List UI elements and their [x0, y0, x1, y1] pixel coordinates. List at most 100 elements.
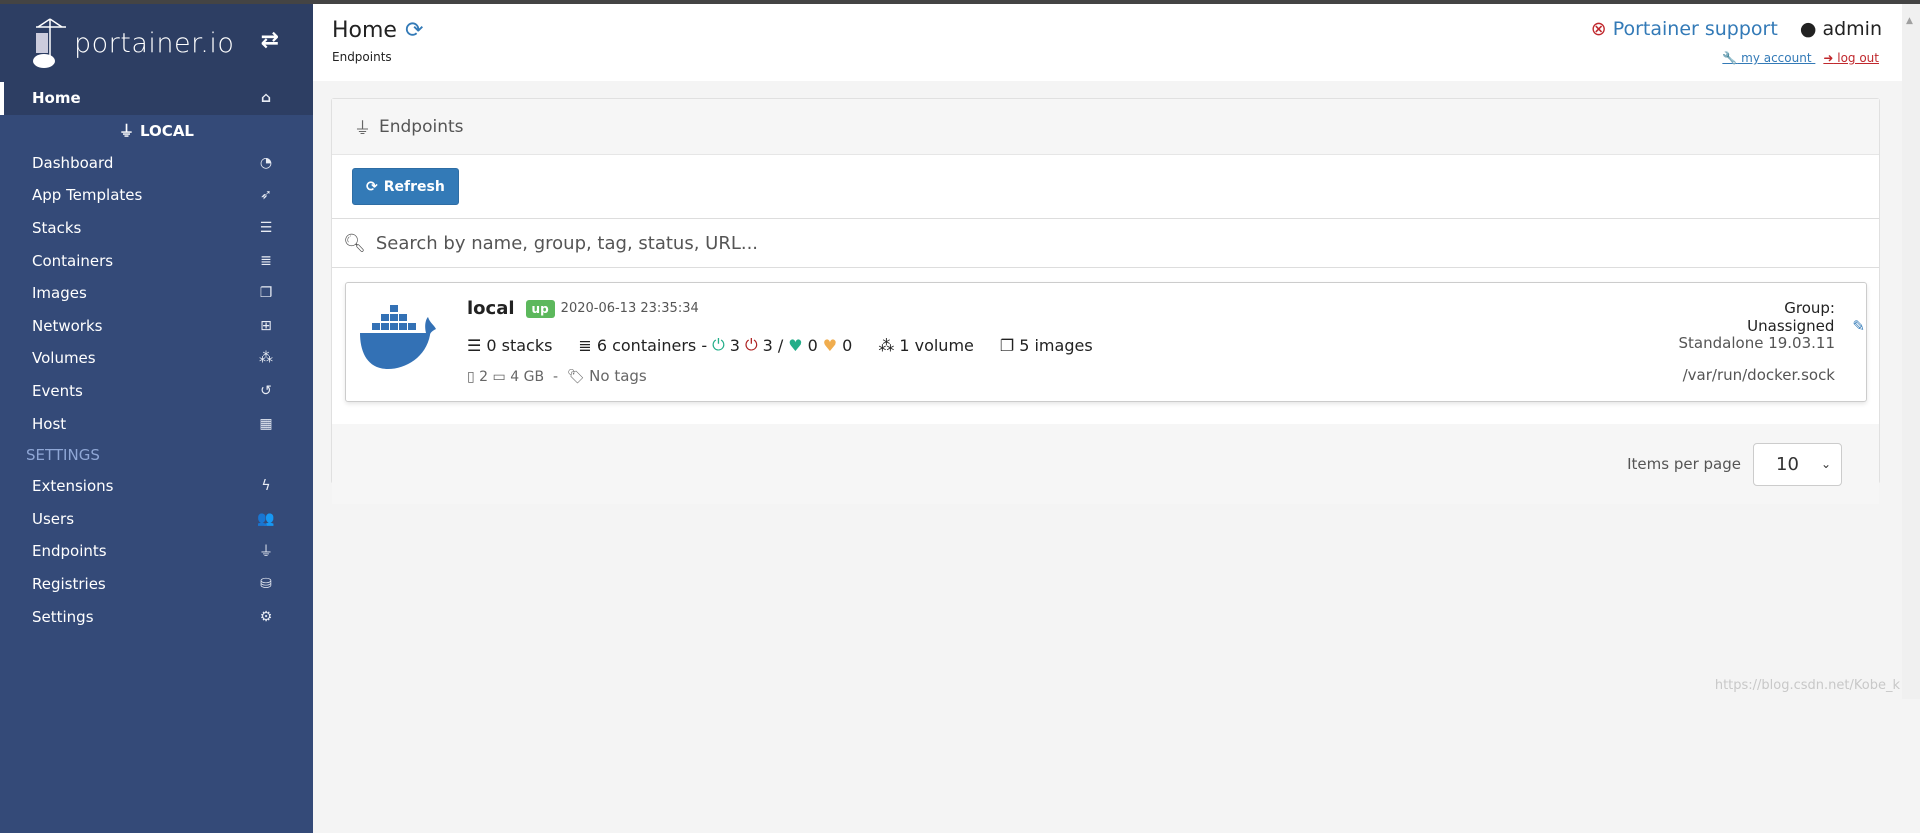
sidebar-item-containers[interactable]: Containers ≣ — [0, 244, 313, 277]
bolt-icon: ϟ — [261, 478, 271, 495]
separator: - — [552, 369, 559, 385]
tags: No tags — [589, 367, 647, 385]
search-icon: 🔍︎ — [343, 232, 366, 254]
refresh-button[interactable]: ⟳ Refresh — [352, 168, 459, 205]
log-out-label: log out — [1833, 51, 1879, 65]
scrollbar[interactable]: ▲ — [1902, 4, 1920, 699]
chevron-down-icon: ⌄ — [1820, 457, 1831, 471]
cpu-icon: ▯ — [467, 369, 475, 385]
sidebar-item-label: Home — [32, 89, 81, 108]
sidebar-item-stacks[interactable]: Stacks ☰ — [0, 212, 313, 245]
cubes-icon: ⁂ — [878, 335, 895, 355]
sidebar-item-label: Settings — [32, 607, 94, 626]
endpoint-card[interactable]: local up 2020-06-13 23:35:34 ☰ 0 stacks ≣ 6 … — [345, 282, 1867, 402]
log-out-link[interactable]: ➜ log out — [1823, 51, 1879, 65]
logo[interactable]: portainer.io ⇄ — [0, 4, 313, 82]
sidebar-item-label: Networks — [32, 316, 103, 335]
endpoint-label: LOCAL — [140, 121, 194, 140]
th-list-icon: ☰ — [259, 220, 273, 237]
stacks-icon: ☰ — [467, 335, 482, 355]
refresh-icon[interactable]: ⟳ — [405, 18, 423, 43]
items-per-page-select[interactable]: 10 ⌄ — [1753, 442, 1842, 486]
wrench-icon: 🔧 — [1722, 51, 1738, 65]
clone-icon: ❐ — [999, 335, 1015, 355]
cpu-count: 2 — [479, 369, 489, 385]
logo-text: portainer.io — [74, 27, 235, 59]
endpoint-url: /var/run/docker.sock — [1682, 366, 1835, 384]
healthy-count: 0 — [807, 335, 818, 355]
sidebar-item-settings[interactable]: Settings ⚙ — [0, 600, 313, 633]
sidebar-item-label: Images — [32, 284, 87, 303]
settings-menu: Extensions ϟ Users 👥 Endpoints ⏚ Registries ⛁ Se… — [0, 469, 313, 633]
volumes-count: 1 volume — [899, 335, 974, 355]
sidebar-item-images[interactable]: Images ❐ — [0, 277, 313, 310]
watermark: https://blog.csdn.net/Kobe_k — [1714, 678, 1900, 693]
toggle-sidebar-icon[interactable]: ⇄ — [261, 28, 279, 53]
memory-size: 4 GB — [510, 369, 545, 385]
sidebar-item-label: Host — [32, 414, 67, 433]
support-label: Portainer support — [1612, 18, 1778, 40]
sidebar-fill — [0, 632, 313, 833]
plug-icon: ⏚ — [354, 119, 371, 139]
items-per-page-value: 10 — [1776, 453, 1799, 475]
settings-heading: SETTINGS — [0, 439, 313, 470]
sidebar-item-host[interactable]: Host ▦ — [0, 407, 313, 440]
sidebar-item-registries[interactable]: Registries ⛁ — [0, 568, 313, 601]
sidebar-item-volumes[interactable]: Volumes ⁂ — [0, 342, 313, 375]
cogs-icon: ⚙ — [259, 608, 273, 625]
my-account-label: my account — [1737, 51, 1816, 65]
edit-pencil-icon[interactable]: ✎ — [1852, 317, 1865, 335]
users-icon: 👥 — [257, 510, 275, 527]
running-count: 3 — [729, 335, 740, 355]
sidebar-item-dashboard[interactable]: Dashboard ◔ — [0, 147, 313, 180]
username: admin — [1822, 18, 1882, 40]
images-count: 5 images — [1019, 335, 1093, 355]
life-ring-icon: ⊗ — [1590, 18, 1607, 40]
sidebar-item-label: Registries — [32, 575, 106, 594]
sidebar-item-app-templates[interactable]: App Templates ➶ — [0, 179, 313, 212]
sidebar-item-home[interactable]: Home ⌂ — [0, 82, 313, 115]
server-icon: ≣ — [578, 335, 592, 355]
sidebar-item-label: Events — [32, 382, 83, 401]
support-link[interactable]: ⊗ Portainer support — [1591, 18, 1778, 40]
database-icon: ⛁ — [260, 576, 272, 593]
heartbeat-unhealthy-icon: ♥ — [822, 335, 838, 355]
sidebar-item-label: App Templates — [32, 186, 143, 205]
docker-icon — [360, 305, 436, 369]
search-input[interactable] — [375, 232, 1376, 254]
plug-icon: ⏚ — [259, 544, 273, 561]
page-header: Home ⟳ Endpoints ⊗ Portainer support ● adm… — [313, 4, 1902, 81]
clone-icon: ❐ — [259, 285, 273, 302]
containers-count: 6 containers - — [596, 335, 708, 355]
server-icon: ≣ — [260, 252, 272, 269]
power-stopped-icon: ⏻ — [744, 335, 758, 354]
my-account-link[interactable]: 🔧 my account — [1722, 51, 1815, 65]
home-icon: ⌂ — [260, 90, 272, 107]
stacks-count: 0 stacks — [486, 335, 553, 355]
group-label: Group: Unassigned — [1747, 299, 1835, 335]
heartbeat-healthy-icon: ♥ — [788, 335, 803, 355]
sitemap-icon: ⊞ — [260, 317, 272, 334]
memory-icon: ▭ — [492, 369, 506, 385]
endpoints-panel: ⏚ Endpoints ⟳ Refresh 🔍︎ localup 2020-06-13… — [331, 98, 1880, 504]
history-icon: ↺ — [260, 383, 272, 400]
items-per-page-label: Items per page — [1627, 455, 1741, 473]
sidebar: portainer.io ⇄ Home ⌂ ⏚ LOCAL Dashboard ◔ Ap… — [0, 4, 313, 833]
th-icon: ▦ — [259, 415, 273, 432]
stopped-count: 3 / — [762, 335, 784, 355]
tags-icon: 🏷︎ — [566, 369, 585, 385]
sidebar-item-label: Stacks — [32, 219, 82, 238]
sidebar-item-endpoints[interactable]: Endpoints ⏚ — [0, 535, 313, 568]
sidebar-item-label: Dashboard — [32, 153, 114, 172]
sidebar-item-events[interactable]: Events ↺ — [0, 375, 313, 408]
rocket-icon: ➶ — [260, 187, 272, 204]
snapshot-date: 2020-06-13 23:35:34 — [560, 301, 699, 316]
sidebar-item-networks[interactable]: Networks ⊞ — [0, 310, 313, 343]
endpoint-name: local — [467, 298, 515, 319]
endpoint-name: ⏚ LOCAL — [0, 114, 313, 147]
plug-icon: ⏚ — [119, 122, 135, 141]
page-title: Home — [332, 18, 397, 43]
sidebar-item-extensions[interactable]: Extensions ϟ — [0, 470, 313, 503]
sidebar-item-users[interactable]: Users 👥 — [0, 503, 313, 536]
scroll-up-icon[interactable]: ▲ — [1906, 16, 1913, 26]
